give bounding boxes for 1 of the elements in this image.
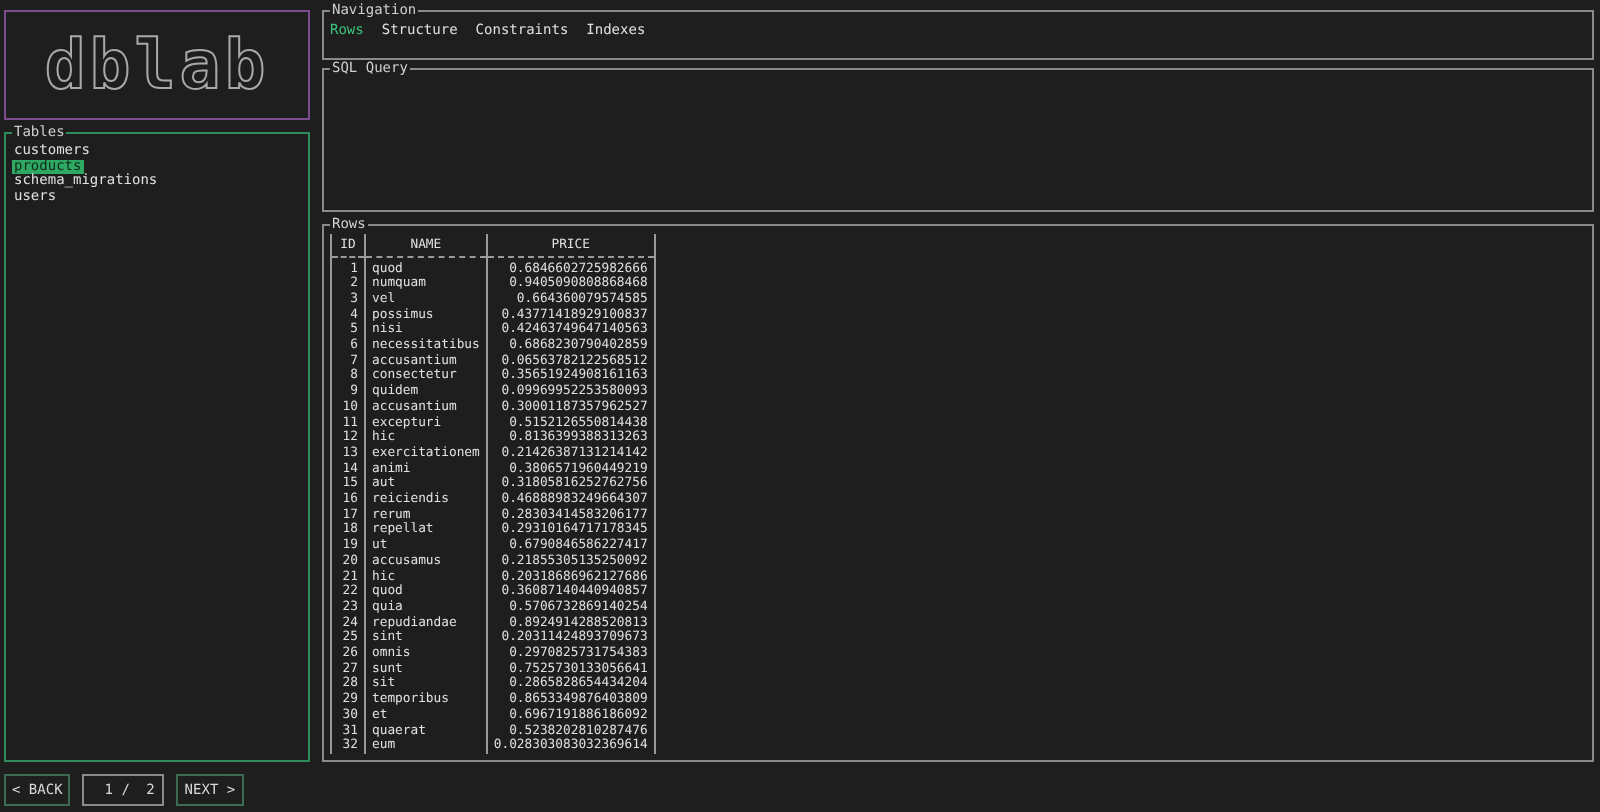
logo-text: dblab (44, 25, 270, 105)
